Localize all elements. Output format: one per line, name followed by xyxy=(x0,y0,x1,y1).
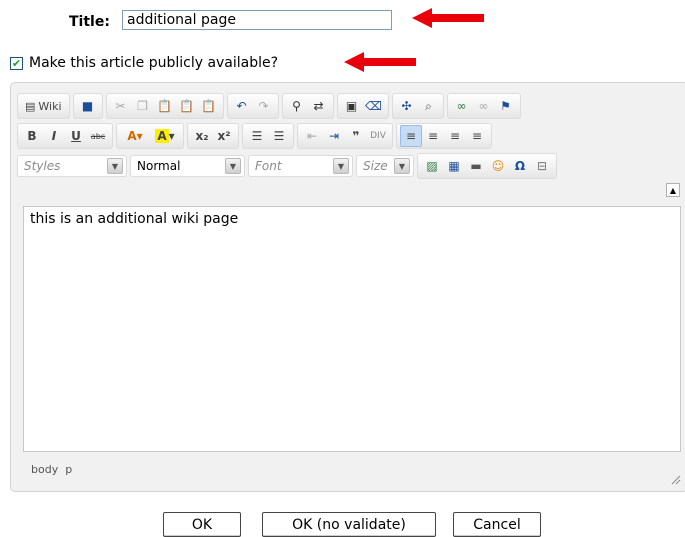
chevron-down-icon: ▼ xyxy=(225,158,241,174)
maximize-icon[interactable]: ✣ xyxy=(396,95,418,117)
cut-icon[interactable]: ✂ xyxy=(110,95,132,117)
toolbar-group-find: ⚲ ⇄ xyxy=(281,93,334,119)
toolbar-group-clipboard: ✂ ❐ 📋 📋 📋 xyxy=(105,93,224,119)
indent-icon[interactable]: ⇥ xyxy=(323,125,345,147)
horizontal-rule-icon[interactable]: ▬ xyxy=(465,155,487,177)
toolbar-group-mode: ▤ Wiki xyxy=(17,93,70,119)
cancel-button[interactable]: Cancel xyxy=(453,512,541,537)
format-dropdown[interactable]: Normal ▼ xyxy=(130,155,245,177)
title-label: Title: xyxy=(69,14,110,30)
save-icon[interactable]: ■ xyxy=(77,95,99,117)
red-arrow-icon xyxy=(344,52,416,72)
chevron-down-icon: ▼ xyxy=(394,158,410,174)
align-justify-icon[interactable]: ≡ xyxy=(466,125,488,147)
unlink-icon[interactable]: ∞ xyxy=(473,95,495,117)
styles-label: Styles xyxy=(24,159,61,173)
paste-word-icon[interactable]: 📋 xyxy=(198,95,220,117)
toolbar-group-misc: ✣ ⌕ xyxy=(391,93,444,119)
italic-icon[interactable]: I xyxy=(43,125,65,147)
public-row: ✔ Make this article publicly available? xyxy=(10,55,278,71)
align-right-icon[interactable]: ≡ xyxy=(444,125,466,147)
special-char-icon[interactable]: Ω xyxy=(509,155,531,177)
ok-button[interactable]: OK xyxy=(163,512,241,537)
smiley-icon[interactable]: ☺ xyxy=(487,155,509,177)
select-all-icon[interactable]: ▣ xyxy=(341,95,363,117)
div-container-icon[interactable]: DIV xyxy=(367,125,389,147)
align-center-icon[interactable]: ≡ xyxy=(422,125,444,147)
font-label: Font xyxy=(255,159,282,173)
background-color-icon[interactable]: A ▾ xyxy=(150,125,180,147)
paste-icon[interactable]: 📋 xyxy=(154,95,176,117)
size-dropdown[interactable]: Size ▼ xyxy=(356,155,414,177)
image-icon[interactable]: ▨ xyxy=(421,155,443,177)
toolbar-group-select: ▣ ⌫ xyxy=(336,93,389,119)
title-input[interactable] xyxy=(122,10,392,30)
subscript-icon[interactable]: x₂ xyxy=(191,125,213,147)
toolbar-group-undo: ↶ ↷ xyxy=(226,93,279,119)
wysiwyg-editor: ▤ Wiki ■ ✂ ❐ 📋 📋 📋 ↶ ↷ ⚲ ⇄ ▣ ⌫ ✣ ⌕ ∞ ∞ ⚑… xyxy=(10,82,685,492)
toolbar-group-indent: ⇤ ⇥ ❞ DIV xyxy=(297,123,393,149)
toolbar-group-links: ∞ ∞ ⚑ xyxy=(446,93,521,119)
toolbar-group-save: ■ xyxy=(72,93,103,119)
superscript-icon[interactable]: x² xyxy=(213,125,235,147)
wiki-source-button[interactable]: ▤ Wiki xyxy=(21,95,66,117)
font-dropdown[interactable]: Font ▼ xyxy=(248,155,353,177)
public-checkbox[interactable]: ✔ xyxy=(10,56,23,70)
red-arrow-icon xyxy=(412,8,484,28)
outdent-icon[interactable]: ⇤ xyxy=(301,125,323,147)
bold-icon[interactable]: B xyxy=(21,125,43,147)
toolbar-row-1: ▤ Wiki ■ ✂ ❐ 📋 📋 📋 ↶ ↷ ⚲ ⇄ ▣ ⌫ ✣ ⌕ ∞ ∞ ⚑ xyxy=(17,93,521,119)
toolbar-row-2: B I U abc A▾ A ▾ x₂ x² ☰ ☰ ⇤ ⇥ ❞ DIV ≡ ≡ … xyxy=(17,123,492,149)
styles-dropdown[interactable]: Styles ▼ xyxy=(17,155,127,177)
blockquote-icon[interactable]: ❞ xyxy=(345,125,367,147)
redo-icon[interactable]: ↷ xyxy=(253,95,275,117)
format-value: Normal xyxy=(137,159,181,173)
element-path-bar[interactable]: body p xyxy=(23,453,681,489)
toolbar-group-basic: B I U abc xyxy=(17,123,113,149)
toolbar-group-align: ≡ ≡ ≡ ≡ xyxy=(396,123,492,149)
resize-grip-icon[interactable] xyxy=(671,475,681,485)
page-break-icon[interactable]: ⊟ xyxy=(531,155,553,177)
underline-icon[interactable]: U xyxy=(65,125,87,147)
eraser-icon[interactable]: ⌫ xyxy=(363,95,385,117)
toolbar-row-3: Styles ▼ Normal ▼ Font ▼ Size ▼ ▨ ▦ ▬ ☺ … xyxy=(17,153,557,179)
anchor-flag-icon[interactable]: ⚑ xyxy=(495,95,517,117)
ok-no-validate-button[interactable]: OK (no validate) xyxy=(262,512,436,537)
toolbar-group-colors: A▾ A ▾ xyxy=(116,123,184,149)
toolbar-group-insert: ▨ ▦ ▬ ☺ Ω ⊟ xyxy=(417,153,557,179)
chevron-down-icon: ▼ xyxy=(107,158,123,174)
table-icon[interactable]: ▦ xyxy=(443,155,465,177)
undo-icon[interactable]: ↶ xyxy=(231,95,253,117)
public-label: Make this article publicly available? xyxy=(29,55,279,71)
bulleted-list-icon[interactable]: ☰ xyxy=(268,125,290,147)
numbered-list-icon[interactable]: ☰ xyxy=(246,125,268,147)
align-left-icon[interactable]: ≡ xyxy=(400,125,422,147)
replace-icon[interactable]: ⇄ xyxy=(308,95,330,117)
document-icon: ▤ xyxy=(25,99,36,113)
strike-icon[interactable]: abc xyxy=(87,125,109,147)
toolbar-group-script: x₂ x² xyxy=(187,123,239,149)
editor-content-area[interactable]: this is an additional wiki page xyxy=(23,206,681,452)
preview-icon[interactable]: ⌕ xyxy=(418,95,440,117)
link-icon[interactable]: ∞ xyxy=(451,95,473,117)
toolbar-group-lists: ☰ ☰ xyxy=(242,123,294,149)
find-icon[interactable]: ⚲ xyxy=(286,95,308,117)
size-label: Size xyxy=(363,159,388,173)
chevron-down-icon: ▼ xyxy=(333,158,349,174)
copy-icon[interactable]: ❐ xyxy=(132,95,154,117)
wiki-label: Wiki xyxy=(38,99,62,113)
collapse-toolbar-button[interactable]: ▲ xyxy=(666,183,680,197)
paste-text-icon[interactable]: 📋 xyxy=(176,95,198,117)
text-color-icon[interactable]: A▾ xyxy=(120,125,150,147)
